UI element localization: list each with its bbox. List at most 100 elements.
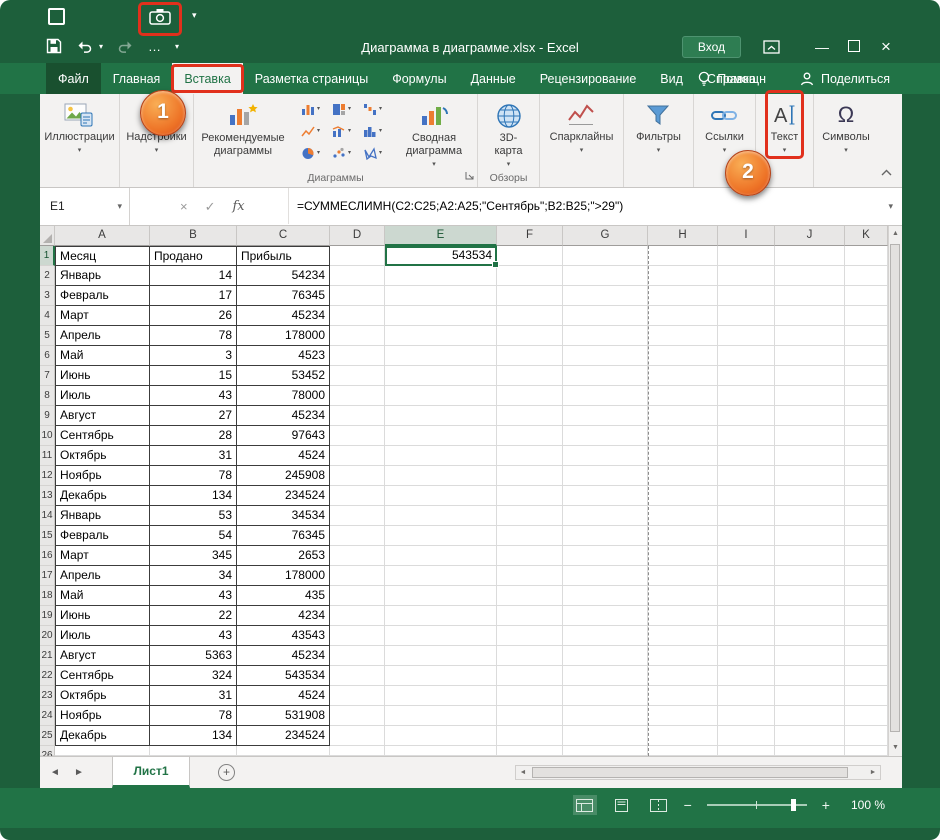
scroll-right-icon[interactable]: ► [866, 766, 880, 779]
cell-E6[interactable] [385, 346, 497, 366]
cell-C14[interactable]: 34534 [237, 506, 330, 526]
cell-H23[interactable] [648, 686, 718, 706]
cell-F12[interactable] [497, 466, 563, 486]
cell-F9[interactable] [497, 406, 563, 426]
cell-F1[interactable] [497, 246, 563, 266]
cell-J18[interactable] [775, 586, 845, 606]
row-header-19[interactable]: 19 [40, 606, 55, 626]
scroll-left-icon[interactable]: ◄ [516, 766, 530, 779]
cell-K6[interactable] [845, 346, 888, 366]
cell-G10[interactable] [563, 426, 648, 446]
row-header-16[interactable]: 16 [40, 546, 55, 566]
cell-J21[interactable] [775, 646, 845, 666]
cell-I17[interactable] [718, 566, 775, 586]
cell-G14[interactable] [563, 506, 648, 526]
insert-function-icon[interactable]: fx [233, 199, 245, 214]
sign-in-button[interactable]: Вход [682, 36, 741, 58]
dialog-launcher-icon[interactable] [465, 167, 474, 185]
cell-K9[interactable] [845, 406, 888, 426]
cell-G6[interactable] [563, 346, 648, 366]
cell-K8[interactable] [845, 386, 888, 406]
row-header-2[interactable]: 2 [40, 266, 55, 286]
cell-J1[interactable] [775, 246, 845, 266]
cell-A20[interactable]: Июль [55, 626, 150, 646]
filters-button[interactable]: Фильтры ▾ [636, 94, 681, 155]
cell-K12[interactable] [845, 466, 888, 486]
line-chart-button[interactable]: ▾ [295, 121, 326, 142]
cell-D13[interactable] [330, 486, 385, 506]
horizontal-scrollbar[interactable]: ◄ ► [515, 765, 881, 780]
cell-G3[interactable] [563, 286, 648, 306]
cell-J5[interactable] [775, 326, 845, 346]
cell-F15[interactable] [497, 526, 563, 546]
cell-H20[interactable] [648, 626, 718, 646]
column-header-B[interactable]: B [150, 226, 237, 246]
cell-E15[interactable] [385, 526, 497, 546]
cell-J13[interactable] [775, 486, 845, 506]
cell-F17[interactable] [497, 566, 563, 586]
cell-F25[interactable] [497, 726, 563, 746]
cell-D21[interactable] [330, 646, 385, 666]
cell-H1[interactable] [648, 246, 718, 266]
cell-G5[interactable] [563, 326, 648, 346]
cell-H8[interactable] [648, 386, 718, 406]
new-sheet-button[interactable]: + [218, 764, 235, 781]
cell-F4[interactable] [497, 306, 563, 326]
cell-F23[interactable] [497, 686, 563, 706]
cell-G11[interactable] [563, 446, 648, 466]
cell-A25[interactable]: Декабрь [55, 726, 150, 746]
cell-A18[interactable]: Май [55, 586, 150, 606]
map-chart-button[interactable]: ▾ [357, 143, 388, 164]
row-header-12[interactable]: 12 [40, 466, 55, 486]
row-header-8[interactable]: 8 [40, 386, 55, 406]
row-header-5[interactable]: 5 [40, 326, 55, 346]
cell-G19[interactable] [563, 606, 648, 626]
ribbon-tab-6[interactable]: Данные [459, 63, 528, 94]
cell-E21[interactable] [385, 646, 497, 666]
cell-B13[interactable]: 134 [150, 486, 237, 506]
cell-B11[interactable]: 31 [150, 446, 237, 466]
cell-E7[interactable] [385, 366, 497, 386]
cell-J23[interactable] [775, 686, 845, 706]
cell-E5[interactable] [385, 326, 497, 346]
sparklines-button[interactable]: Спарклайны ▾ [550, 94, 614, 155]
cell-E17[interactable] [385, 566, 497, 586]
cell-B20[interactable]: 43 [150, 626, 237, 646]
cell-K21[interactable] [845, 646, 888, 666]
column-header-G[interactable]: G [563, 226, 648, 246]
cell-G8[interactable] [563, 386, 648, 406]
cell-D26[interactable] [330, 746, 385, 756]
cell-G4[interactable] [563, 306, 648, 326]
cell-A21[interactable]: Август [55, 646, 150, 666]
zoom-in-button[interactable]: + [822, 797, 830, 813]
cell-I9[interactable] [718, 406, 775, 426]
row-header-9[interactable]: 9 [40, 406, 55, 426]
scroll-up-icon[interactable]: ▲ [889, 226, 902, 242]
cell-G20[interactable] [563, 626, 648, 646]
cell-K17[interactable] [845, 566, 888, 586]
cell-H16[interactable] [648, 546, 718, 566]
cell-F22[interactable] [497, 666, 563, 686]
cell-G18[interactable] [563, 586, 648, 606]
cell-A9[interactable]: Август [55, 406, 150, 426]
cell-B26[interactable] [150, 746, 237, 756]
cell-A19[interactable]: Июнь [55, 606, 150, 626]
cell-G24[interactable] [563, 706, 648, 726]
map-3d-button[interactable]: 3D- карта ▾ [494, 95, 522, 169]
cell-C24[interactable]: 531908 [237, 706, 330, 726]
cell-C4[interactable]: 45234 [237, 306, 330, 326]
cell-K1[interactable] [845, 246, 888, 266]
cell-D11[interactable] [330, 446, 385, 466]
cell-E18[interactable] [385, 586, 497, 606]
cell-J20[interactable] [775, 626, 845, 646]
cell-K10[interactable] [845, 426, 888, 446]
cell-G21[interactable] [563, 646, 648, 666]
cell-C12[interactable]: 245908 [237, 466, 330, 486]
cell-I13[interactable] [718, 486, 775, 506]
row-header-18[interactable]: 18 [40, 586, 55, 606]
cell-C9[interactable]: 45234 [237, 406, 330, 426]
cell-A22[interactable]: Сентябрь [55, 666, 150, 686]
cell-I21[interactable] [718, 646, 775, 666]
cell-C1[interactable]: Прибыль [237, 246, 330, 266]
cell-J11[interactable] [775, 446, 845, 466]
